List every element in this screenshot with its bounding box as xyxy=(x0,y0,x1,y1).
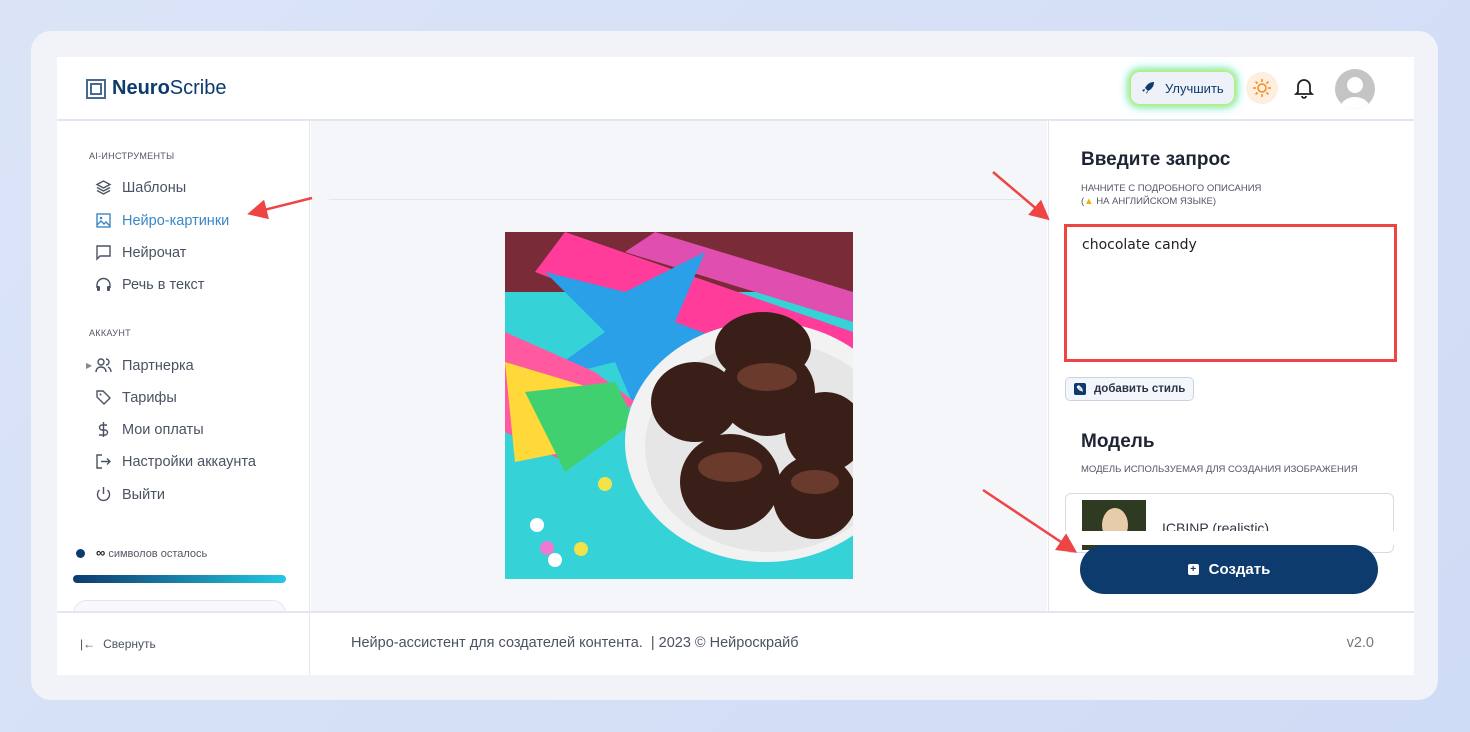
logo-light: Scribe xyxy=(169,77,227,99)
app-version: v2.0 xyxy=(1346,635,1374,651)
generated-image[interactable] xyxy=(505,232,853,579)
section-ai-tools: AI-ИНСТРУМЕНТЫ xyxy=(89,151,175,161)
create-button[interactable]: + Создать xyxy=(1080,545,1378,594)
prompt-hint-line2: НА АНГЛИЙСКОМ ЯЗЫКЕ) xyxy=(1096,196,1217,207)
bell-icon[interactable] xyxy=(1294,77,1314,99)
collapse-label: Свернуть xyxy=(103,637,156,651)
sidebar-item-label: Нейро-картинки xyxy=(122,212,230,229)
prompt-hint-line1: НАЧНИТЕ С ПОДРОБНОГО ОПИСАНИЯ xyxy=(1081,183,1262,194)
image-icon xyxy=(96,213,111,228)
dollar-icon xyxy=(98,422,109,437)
header: NeuroScribe Улучшить xyxy=(57,57,1414,121)
add-style-label: добавить стиль xyxy=(1094,383,1186,395)
sidebar-item-templates[interactable]: Шаблоны xyxy=(95,179,186,196)
headphones-icon xyxy=(96,277,111,291)
tag-icon xyxy=(96,390,111,405)
users-icon xyxy=(95,358,112,373)
sidebar-item-payments[interactable]: Мои оплаты xyxy=(95,421,204,438)
section-account: АККАУНТ xyxy=(89,328,131,338)
model-title: Модель xyxy=(1081,431,1155,452)
warning-icon: ▲ xyxy=(1084,196,1094,207)
power-icon xyxy=(96,487,111,502)
model-hint: МОДЕЛЬ ИСПОЛЬЗУЕМАЯ ДЛЯ СОЗДАНИЯ ИЗОБРАЖ… xyxy=(1081,464,1358,475)
create-label: Создать xyxy=(1208,561,1271,578)
upgrade-label: Улучшить xyxy=(1165,80,1224,96)
symbols-remaining: ∞ символов осталось xyxy=(96,545,207,560)
upgrade-button[interactable]: Улучшить xyxy=(1131,72,1234,104)
sidebar-item-label: Тарифы xyxy=(122,389,177,406)
chat-icon xyxy=(96,245,111,261)
sun-icon xyxy=(1253,79,1271,97)
layers-icon xyxy=(95,180,112,195)
sidebar-item-speech-to-text[interactable]: Речь в текст xyxy=(95,276,204,293)
app-window: NeuroScribe Улучшить AI-ИНСТРУМЕНТЫ Шабл… xyxy=(57,57,1414,675)
sidebar-item-neurochat[interactable]: Нейрочат xyxy=(95,244,186,261)
logo-bold: Neuro xyxy=(112,77,170,99)
sidebar-item-label: Шаблоны xyxy=(122,179,187,196)
prompt-panel: Введите запрос НАЧНИТЕ С ПОДРОБНОГО ОПИС… xyxy=(1048,121,1414,611)
sidebar-item-label: Нейрочат xyxy=(122,244,187,261)
sidebar: AI-ИНСТРУМЕНТЫ Шаблоны Нейро-картинки Не… xyxy=(57,121,310,630)
sidebar-item-account-settings[interactable]: Настройки аккаунта xyxy=(95,453,256,470)
sidebar-item-label: Партнерка xyxy=(122,357,194,374)
sidebar-item-label: Выйти xyxy=(122,486,165,503)
divider xyxy=(329,199,1029,200)
sidebar-item-label: Мои оплаты xyxy=(122,421,204,438)
collapse-icon: |← xyxy=(80,637,96,651)
main-content xyxy=(311,121,1047,611)
prompt-textarea[interactable]: chocolate candy xyxy=(1064,224,1397,362)
sidebar-item-logout[interactable]: Выйти xyxy=(95,486,165,503)
footer: |← Свернуть Нейро-ассистент для создателе… xyxy=(57,611,1414,675)
symbols-progress-bar xyxy=(73,575,286,583)
add-style-button[interactable]: ✎ добавить стиль xyxy=(1065,377,1195,401)
sidebar-item-label: Настройки аккаунта xyxy=(122,453,256,470)
status-dot xyxy=(76,549,85,558)
theme-toggle[interactable] xyxy=(1246,72,1278,104)
prompt-hint: НАЧНИТЕ С ПОДРОБНОГО ОПИСАНИЯ (▲ НА АНГЛ… xyxy=(1081,182,1261,208)
plus-square-icon: + xyxy=(1187,564,1199,575)
collapse-button[interactable]: |← Свернуть xyxy=(80,637,156,651)
logo-icon xyxy=(86,78,106,99)
logo[interactable]: NeuroScribe xyxy=(86,77,227,100)
infinity-symbol: ∞ xyxy=(96,545,106,560)
sidebar-item-partner[interactable]: Партнерка xyxy=(95,357,194,374)
logout-arrow-icon xyxy=(96,454,111,469)
sidebar-item-tariffs[interactable]: Тарифы xyxy=(95,389,177,406)
rocket-icon xyxy=(1142,82,1154,94)
footer-copyright: Нейро-ассистент для создателей контента.… xyxy=(351,635,799,651)
symbols-label: символов осталось xyxy=(108,548,208,560)
prompt-title: Введите запрос xyxy=(1081,149,1231,170)
edit-icon: ✎ xyxy=(1074,383,1086,395)
sidebar-item-neuro-images[interactable]: Нейро-картинки xyxy=(95,212,229,229)
sidebar-item-label: Речь в текст xyxy=(122,276,205,293)
avatar[interactable] xyxy=(1335,69,1375,109)
expand-caret-icon[interactable]: ▶ xyxy=(86,361,92,370)
